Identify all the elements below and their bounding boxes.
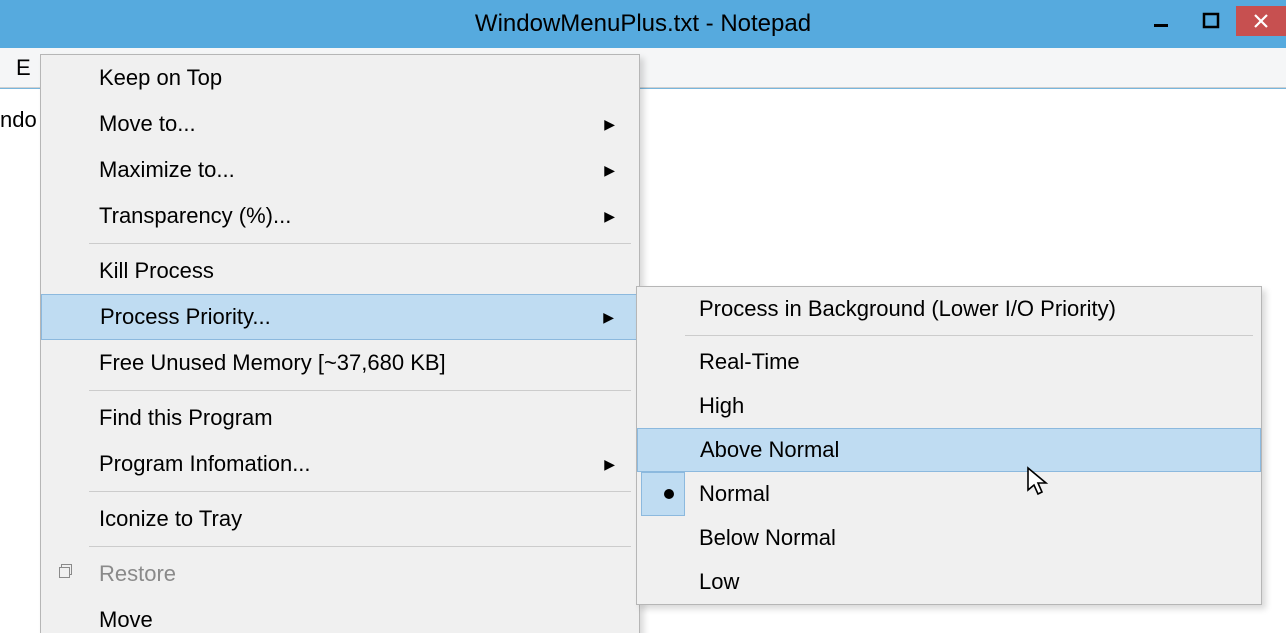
titlebar: WindowMenuPlus.txt - Notepad (0, 0, 1286, 48)
radio-checked-icon (641, 472, 685, 516)
submenu-realtime[interactable]: Real-Time (637, 340, 1261, 384)
menu-free-memory[interactable]: Free Unused Memory [~37,680 KB] (41, 340, 639, 386)
menu-label: Process in Background (Lower I/O Priorit… (699, 296, 1116, 322)
system-context-menu: Keep on Top Move to... ▶ Maximize to... … (40, 54, 640, 633)
menu-restore: Restore (41, 551, 639, 597)
menu-transparency[interactable]: Transparency (%)... ▶ (41, 193, 639, 239)
menu-label: High (699, 393, 744, 419)
submenu-arrow-icon: ▶ (604, 162, 615, 179)
menu-label: Move (99, 607, 153, 633)
menu-maximize-to[interactable]: Maximize to... ▶ (41, 147, 639, 193)
maximize-button[interactable] (1186, 6, 1236, 36)
submenu-arrow-icon: ▶ (604, 456, 615, 473)
window-controls (1136, 0, 1286, 48)
menu-label: Process Priority... (100, 304, 271, 330)
close-button[interactable] (1236, 6, 1286, 36)
menu-keep-on-top[interactable]: Keep on Top (41, 55, 639, 101)
editor-text-fragment: ndo (0, 107, 37, 133)
menu-label: Program Infomation... (99, 451, 311, 477)
submenu-arrow-icon: ▶ (604, 116, 615, 133)
restore-icon (59, 564, 79, 584)
menu-label: Keep on Top (99, 65, 222, 91)
menu-find-program[interactable]: Find this Program (41, 395, 639, 441)
submenu-below-normal[interactable]: Below Normal (637, 516, 1261, 560)
menu-separator (89, 390, 631, 391)
minimize-icon (1152, 12, 1170, 30)
submenu-normal[interactable]: Normal (637, 472, 1261, 516)
submenu-arrow-icon: ▶ (603, 309, 614, 326)
menu-label: Normal (699, 481, 770, 507)
menu-label: Restore (99, 561, 176, 587)
menu-label: Find this Program (99, 405, 273, 431)
menu-label: Maximize to... (99, 157, 235, 183)
menu-move-to[interactable]: Move to... ▶ (41, 101, 639, 147)
menu-label: Transparency (%)... (99, 203, 291, 229)
menu-label: Low (699, 569, 739, 595)
menu-program-info[interactable]: Program Infomation... ▶ (41, 441, 639, 487)
submenu-low[interactable]: Low (637, 560, 1261, 604)
submenu-above-normal[interactable]: Above Normal (637, 428, 1261, 472)
submenu-high[interactable]: High (637, 384, 1261, 428)
menu-label: Above Normal (700, 437, 839, 463)
menu-label: Move to... (99, 111, 196, 137)
menu-label: Iconize to Tray (99, 506, 242, 532)
menu-kill-process[interactable]: Kill Process (41, 248, 639, 294)
menu-move[interactable]: Move (41, 597, 639, 633)
priority-submenu: Process in Background (Lower I/O Priorit… (636, 286, 1262, 605)
close-icon (1253, 13, 1269, 29)
menu-process-priority[interactable]: Process Priority... ▶ (41, 294, 639, 340)
submenu-bg-io[interactable]: Process in Background (Lower I/O Priorit… (637, 287, 1261, 331)
menu-label: Below Normal (699, 525, 836, 551)
menu-iconize-tray[interactable]: Iconize to Tray (41, 496, 639, 542)
minimize-button[interactable] (1136, 6, 1186, 36)
window-title: WindowMenuPlus.txt - Notepad (475, 10, 811, 38)
menu-separator (89, 491, 631, 492)
menu-separator (89, 546, 631, 547)
menu-separator (89, 243, 631, 244)
menu-label: Real-Time (699, 349, 800, 375)
menu-label: Kill Process (99, 258, 214, 284)
menubar-item-fragment[interactable]: E (16, 55, 31, 81)
menu-label: Free Unused Memory [~37,680 KB] (99, 350, 446, 376)
menu-separator (685, 335, 1253, 336)
submenu-arrow-icon: ▶ (604, 208, 615, 225)
maximize-icon (1202, 12, 1220, 30)
